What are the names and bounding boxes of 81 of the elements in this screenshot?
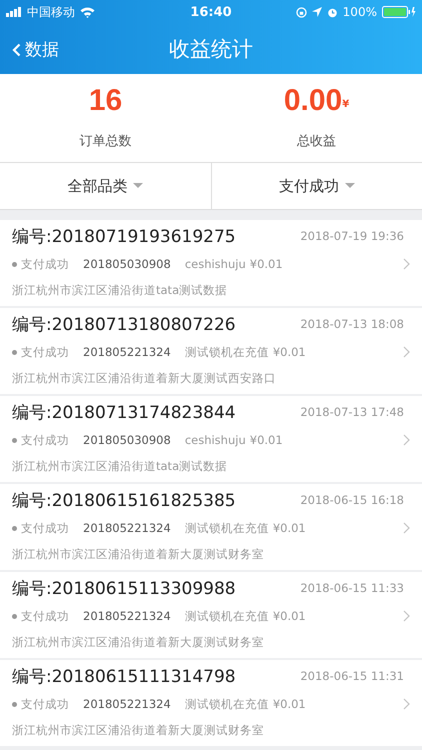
status-dot-icon <box>12 702 17 706</box>
order-status: 支付成功 <box>21 608 69 624</box>
status-dot-icon <box>12 614 17 618</box>
order-number: 编号:20180615113309988 <box>12 578 236 600</box>
carrier-name: 中国移动 <box>27 4 75 20</box>
chevron-right-icon <box>403 522 410 534</box>
status-dot-icon <box>12 262 17 266</box>
back-button[interactable]: 数据 <box>10 36 61 63</box>
chevron-right-icon <box>403 258 410 270</box>
order-status: 支付成功 <box>21 256 69 272</box>
order-row[interactable]: 编号:20180615161825385 2018-06-15 16:18 支付成功 201805221324 测试锁机在充值 ¥0.01 浙江杭州市滨江区浦沿街道着新大厦测试财务室 <box>0 484 422 570</box>
order-row[interactable]: 编号:20180719193619275 2018-07-19 19:36 支付成功 201805030908 ceshishuju ¥0.01 浙江杭州市滨江区浦沿街道tata测试数据 <box>0 220 422 306</box>
order-address: 浙江杭州市滨江区浦沿街道着新大厦测试西安路口 <box>12 371 277 386</box>
filter-dropdown[interactable]: 支付成功 <box>210 163 422 209</box>
order-code: 201805030908 <box>83 257 171 271</box>
order-code: 201805221324 <box>83 345 171 359</box>
battery-percent: 100% <box>342 5 377 19</box>
caret-icon <box>344 183 355 189</box>
order-amount: ¥0.01 <box>272 609 306 623</box>
filter-dropdown[interactable]: 全部品类 <box>0 163 210 209</box>
page-title: 收益统计 <box>169 36 253 63</box>
product-name: ceshishuju <box>184 257 246 271</box>
product-name: 测试锁机在充值 <box>184 696 269 712</box>
order-time: 2018-06-15 16:18 <box>300 493 404 507</box>
stat-value: 0.00 <box>284 84 342 118</box>
chevron-right-icon <box>403 346 410 358</box>
location-icon <box>312 7 322 17</box>
product-name: ceshishuju <box>184 433 246 447</box>
order-time: 2018-06-15 11:33 <box>300 581 404 595</box>
order-row[interactable]: 编号:20180615111314798 2018-06-15 11:31 支付成功 201805221324 测试锁机在充值 ¥0.01 浙江杭州市滨江区浦沿街道着新大厦测试财务室 <box>0 660 422 746</box>
order-address: 浙江杭州市滨江区浦沿街道tata测试数据 <box>12 283 228 298</box>
battery-icon <box>382 6 416 18</box>
order-address: 浙江杭州市滨江区浦沿街道着新大厦测试财务室 <box>12 723 265 738</box>
clock-time: 16:40 <box>190 4 232 20</box>
chevron-right-icon <box>403 610 410 622</box>
order-row[interactable]: 编号:20180615113309988 2018-06-15 11:33 支付成功 201805221324 测试锁机在充值 ¥0.01 浙江杭州市滨江区浦沿街道着新大厦测试财务室 <box>0 572 422 658</box>
product-name: 测试锁机在充值 <box>184 608 269 624</box>
order-number: 编号:20180713180807226 <box>12 314 236 336</box>
order-status: 支付成功 <box>21 696 69 712</box>
order-row[interactable]: 编号:20180713174823844 2018-07-13 17:48 支付成功 201805030908 ceshishuju ¥0.01 浙江杭州市滨江区浦沿街道tata测试数据 <box>0 396 422 482</box>
order-code: 201805221324 <box>83 521 171 535</box>
order-number: 编号:20180713174823844 <box>12 402 236 424</box>
order-time: 2018-07-13 17:48 <box>300 405 404 419</box>
wifi-icon <box>80 6 95 18</box>
currency-symbol: ¥ <box>342 99 350 110</box>
order-status: 支付成功 <box>21 344 69 360</box>
status-dot-icon <box>12 350 17 354</box>
order-amount: ¥0.01 <box>250 433 283 447</box>
order-amount: ¥0.01 <box>272 697 306 711</box>
chevron-left-icon <box>12 42 21 56</box>
order-status: 支付成功 <box>21 432 69 448</box>
order-address: 浙江杭州市滨江区浦沿街道tata测试数据 <box>12 459 228 474</box>
alarm-icon <box>326 6 338 18</box>
order-time: 2018-07-19 19:36 <box>300 229 404 243</box>
chevron-right-icon <box>403 434 410 446</box>
order-row[interactable]: 编号:20180713180807226 2018-07-13 18:08 支付成功 201805221324 测试锁机在充值 ¥0.01 浙江杭州市滨江区浦沿街道着新大厦测试西安路口 <box>0 308 422 394</box>
stat-label: 订单总数 <box>80 133 132 150</box>
stat-value: 16 <box>88 84 122 118</box>
order-time: 2018-07-13 18:08 <box>300 317 404 331</box>
order-status: 支付成功 <box>21 520 69 536</box>
order-number: 编号:20180615111314798 <box>12 666 236 688</box>
rotation-lock-icon <box>296 6 307 18</box>
status-dot-icon <box>12 438 17 442</box>
stat-label: 总收益 <box>297 133 336 150</box>
order-amount: ¥0.01 <box>272 345 306 359</box>
order-amount: ¥0.01 <box>272 521 306 535</box>
product-name: 测试锁机在充值 <box>184 520 269 536</box>
product-name: 测试锁机在充值 <box>184 344 269 360</box>
status-dot-icon <box>12 526 17 530</box>
signal-icon <box>6 7 22 17</box>
caret-icon <box>133 183 144 189</box>
order-time: 2018-06-15 11:31 <box>300 669 404 683</box>
order-code: 201805221324 <box>83 609 171 623</box>
order-number: 编号:20180615161825385 <box>12 490 236 512</box>
order-address: 浙江杭州市滨江区浦沿街道着新大厦测试财务室 <box>12 547 265 562</box>
order-number: 编号:20180719193619275 <box>12 226 236 248</box>
order-code: 201805221324 <box>83 697 171 711</box>
chevron-right-icon <box>403 698 410 710</box>
order-address: 浙江杭州市滨江区浦沿街道着新大厦测试财务室 <box>12 635 265 650</box>
order-amount: ¥0.01 <box>250 257 283 271</box>
order-code: 201805030908 <box>83 433 171 447</box>
